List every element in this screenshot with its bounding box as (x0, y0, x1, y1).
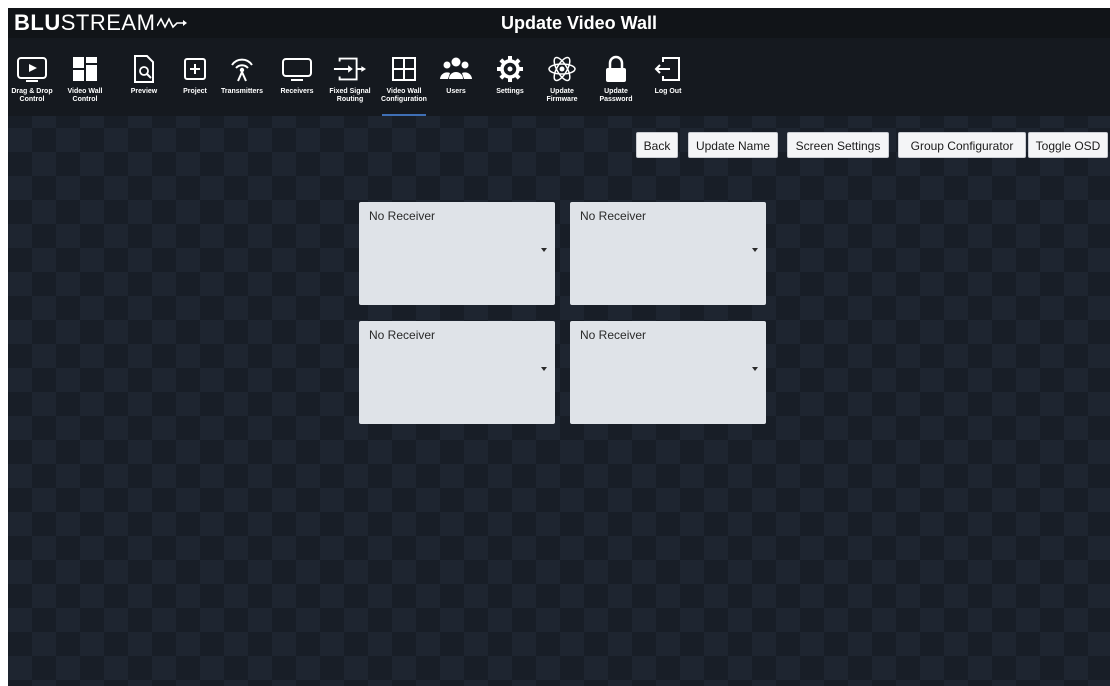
nav-label: Receivers (280, 88, 314, 95)
play-icon (15, 52, 49, 86)
wall-tile-receiver-select[interactable]: No Receiver (359, 202, 555, 305)
back-button[interactable]: Back (636, 132, 678, 158)
group-configurator-button[interactable]: Group Configurator (898, 132, 1026, 158)
nav-update-firmware[interactable]: Update Firmware (538, 38, 586, 116)
receiver-select-value: No Receiver (580, 209, 647, 223)
nav-label: Video Wall Configuration (381, 88, 427, 103)
nav-users[interactable]: Users (432, 38, 480, 116)
receiver-select-value: No Receiver (580, 328, 647, 342)
top-bar: BLU STREAM Update Video Wall (8, 8, 1110, 38)
grid-icon (387, 52, 421, 86)
nav-label: Users (446, 88, 466, 95)
nav-label: Update Password (599, 88, 633, 103)
video-wall-icon (68, 52, 102, 86)
nav-receivers[interactable]: Receivers (273, 38, 321, 116)
monitor-icon (280, 52, 314, 86)
nav-video-wall-configuration[interactable]: Video Wall Configuration (380, 38, 428, 116)
nav-label: Settings (496, 88, 524, 95)
routing-icon (333, 52, 367, 86)
toggle-osd-button[interactable]: Toggle OSD (1028, 132, 1108, 158)
page-title: Update Video Wall (500, 13, 658, 33)
preview-document-icon (127, 52, 161, 86)
plus-box-icon (178, 52, 212, 86)
users-icon (439, 52, 473, 86)
wall-tile-receiver-select[interactable]: No Receiver (570, 202, 766, 305)
screen-settings-button[interactable]: Screen Settings (787, 132, 889, 158)
nav-transmitters[interactable]: Transmitters (218, 38, 266, 116)
nav-label: Video Wall Control (67, 88, 103, 103)
receiver-select-value: No Receiver (369, 328, 436, 342)
nav-fixed-signal-routing[interactable]: Fixed Signal Routing (326, 38, 374, 116)
caret-down-icon (541, 367, 547, 371)
logout-icon (651, 52, 685, 86)
wall-tile-receiver-select[interactable]: No Receiver (570, 321, 766, 424)
nav-update-password[interactable]: Update Password (592, 38, 640, 116)
nav-log-out[interactable]: Log Out (644, 38, 692, 116)
gear-icon (493, 52, 527, 86)
nav-preview[interactable]: Preview (120, 38, 168, 116)
nav-video-wall-control[interactable]: Video Wall Control (61, 38, 109, 116)
main-nav: Drag & Drop Control Video Wall Control P… (8, 38, 1110, 116)
nav-project[interactable]: Project (171, 38, 219, 116)
nav-label: Fixed Signal Routing (329, 88, 371, 103)
nav-label: Transmitters (220, 88, 264, 95)
nav-label: Drag & Drop Control (11, 88, 53, 103)
update-name-button[interactable]: Update Name (688, 132, 778, 158)
app-window: BLU STREAM Update Video Wall Drag & Drop … (8, 8, 1110, 686)
nav-label: Update Firmware (546, 88, 578, 103)
receiver-select-value: No Receiver (369, 209, 436, 223)
nav-settings[interactable]: Settings (486, 38, 534, 116)
lock-icon (599, 52, 633, 86)
nav-drag-drop-control[interactable]: Drag & Drop Control (8, 38, 56, 116)
caret-down-icon (541, 248, 547, 252)
atom-icon (545, 52, 579, 86)
caret-down-icon (752, 367, 758, 371)
antenna-icon (225, 52, 259, 86)
active-tab-indicator (382, 114, 426, 116)
caret-down-icon (752, 248, 758, 252)
wall-tile-receiver-select[interactable]: No Receiver (359, 321, 555, 424)
nav-label: Log Out (654, 88, 682, 95)
